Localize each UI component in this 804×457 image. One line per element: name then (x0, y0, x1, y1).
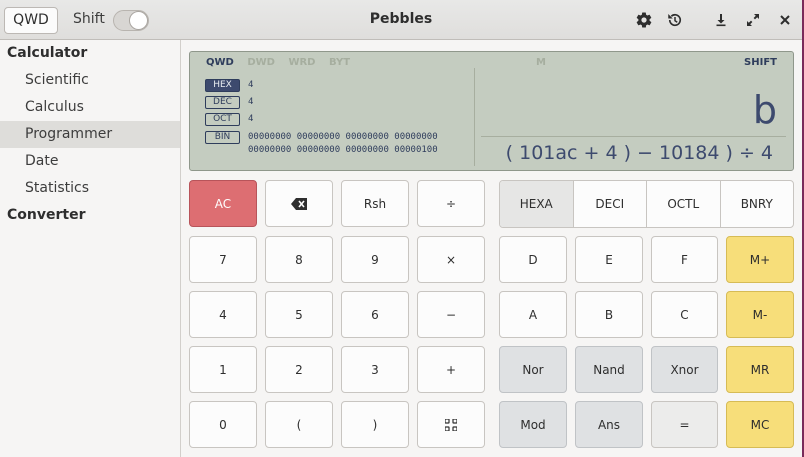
key-9[interactable]: 9 (341, 236, 409, 283)
key-d[interactable]: D (499, 236, 567, 283)
close-paren-button[interactable]: ) (341, 401, 409, 448)
base-tag-dec: DEC (205, 96, 240, 109)
number-base-selector: HEXA DECI OCTL BNRY (499, 180, 794, 228)
display-divider (474, 68, 475, 166)
base-row-dec: DEC 4 (205, 96, 253, 109)
sidebar-group-calculator[interactable]: Calculator (0, 40, 180, 67)
settings-button[interactable] (633, 9, 655, 31)
key-c[interactable]: C (651, 291, 718, 338)
base-row-hex: HEX 4 (205, 79, 253, 92)
key-3[interactable]: 3 (341, 346, 409, 393)
key-6[interactable]: 6 (341, 291, 409, 338)
memory-add-button[interactable]: M+ (726, 236, 794, 283)
shift-indicator: SHIFT (744, 57, 777, 68)
word-size-button[interactable]: QWD (4, 7, 58, 34)
sidebar-group-converter[interactable]: Converter (0, 202, 180, 229)
sidebar-item-calculus[interactable]: Calculus (0, 94, 180, 121)
sidebar-item-programmer[interactable]: Programmer (0, 121, 180, 148)
expand-icon (747, 14, 759, 26)
shift-toggle[interactable] (113, 10, 149, 31)
nor-button[interactable]: Nor (499, 346, 567, 393)
answer-button[interactable]: Ans (575, 401, 643, 448)
more-functions-button[interactable] (417, 401, 485, 448)
word-size-indicators: QWD DWD WRD BYT (206, 57, 360, 68)
close-button[interactable] (774, 9, 796, 31)
minimize-button[interactable] (710, 9, 732, 31)
subtract-button[interactable]: − (417, 291, 485, 338)
equals-button[interactable]: = (651, 401, 718, 448)
header-bar: QWD Shift Pebbles (0, 0, 802, 40)
add-button[interactable]: + (417, 346, 485, 393)
base-value-dec: 4 (248, 97, 254, 107)
close-icon (780, 15, 790, 25)
base-tag-hex: HEX (205, 79, 240, 92)
app-window: QWD Shift Pebbles Calculator Scientific … (0, 0, 802, 457)
base-value-bin: 00000000 00000000 00000000 00000000 0000… (248, 132, 438, 155)
key-4[interactable]: 4 (189, 291, 257, 338)
result-value: b (752, 88, 777, 132)
nand-button[interactable]: Nand (575, 346, 643, 393)
grid-dots-icon (445, 418, 457, 431)
memory-clear-button[interactable]: MC (726, 401, 794, 448)
memory-subtract-button[interactable]: M- (726, 291, 794, 338)
memory-recall-button[interactable]: MR (726, 346, 794, 393)
all-clear-button[interactable]: AC (189, 180, 257, 227)
word-size-byt: BYT (328, 57, 351, 68)
backspace-icon (291, 197, 307, 210)
base-hexa-button[interactable]: HEXA (500, 181, 574, 227)
sidebar-item-statistics[interactable]: Statistics (0, 175, 180, 202)
sidebar: Calculator Scientific Calculus Programme… (0, 40, 181, 457)
base-value-oct: 4 (248, 114, 254, 124)
key-5[interactable]: 5 (265, 291, 333, 338)
base-row-oct: OCT 4 (205, 113, 253, 126)
expression-text: ( 101ac + 4 ) − 10184 ) ÷ 4 (505, 142, 773, 164)
sidebar-item-scientific[interactable]: Scientific (0, 67, 180, 94)
result-divider (481, 136, 786, 137)
divide-button[interactable]: ÷ (417, 180, 485, 227)
download-icon (716, 14, 726, 27)
right-shift-button[interactable]: Rsh (341, 180, 409, 227)
shift-toggle-knob (129, 11, 148, 30)
calculator-display: QWD DWD WRD BYT M SHIFT HEX 4 DEC 4 OCT … (189, 51, 794, 171)
base-tag-oct: OCT (205, 113, 240, 126)
base-tag-bin: BIN (205, 131, 240, 144)
key-1[interactable]: 1 (189, 346, 257, 393)
base-deci-button[interactable]: DECI (574, 181, 647, 227)
word-size-qwd: QWD (206, 57, 234, 68)
xnor-button[interactable]: Xnor (651, 346, 718, 393)
history-button[interactable] (664, 9, 686, 31)
open-paren-button[interactable]: ( (265, 401, 333, 448)
word-size-wrd: WRD (288, 57, 316, 68)
key-0[interactable]: 0 (189, 401, 257, 448)
key-b[interactable]: B (575, 291, 643, 338)
key-2[interactable]: 2 (265, 346, 333, 393)
base-value-hex: 4 (248, 80, 254, 90)
multiply-button[interactable]: × (417, 236, 485, 283)
backspace-button[interactable] (265, 180, 333, 227)
history-icon (668, 13, 682, 27)
base-octl-button[interactable]: OCTL (647, 181, 721, 227)
base-bnry-button[interactable]: BNRY (721, 181, 794, 227)
shift-label: Shift (73, 11, 105, 27)
gear-icon (636, 12, 652, 28)
maximize-button[interactable] (742, 9, 764, 31)
key-8[interactable]: 8 (265, 236, 333, 283)
key-a[interactable]: A (499, 291, 567, 338)
memory-indicator: M (536, 57, 546, 68)
base-row-bin: BIN 00000000 00000000 00000000 00000000 … (205, 131, 438, 157)
mod-button[interactable]: Mod (499, 401, 567, 448)
sidebar-item-date[interactable]: Date (0, 148, 180, 175)
key-7[interactable]: 7 (189, 236, 257, 283)
key-e[interactable]: E (575, 236, 643, 283)
key-f[interactable]: F (651, 236, 718, 283)
word-size-dwd: DWD (247, 57, 275, 68)
